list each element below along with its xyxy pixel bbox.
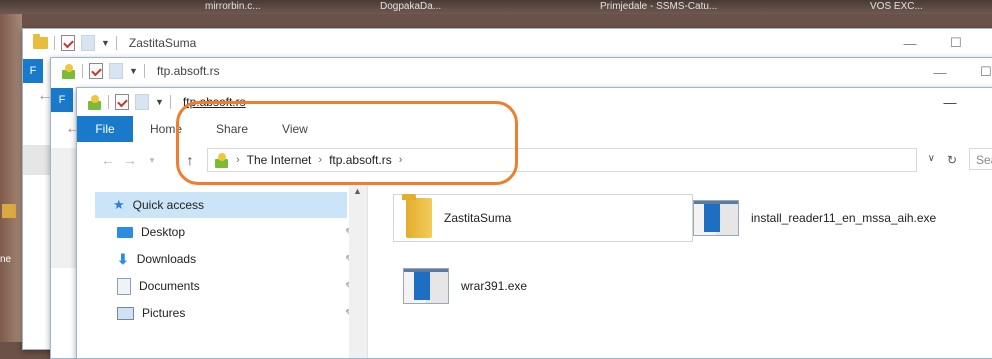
exe-icon	[403, 268, 449, 304]
nav-item-quick-access[interactable]: ★ Quick access	[113, 192, 204, 218]
window-title: ZastitaSuma	[128, 36, 197, 50]
file-list: ZastitaSuma install_reader11_en_mssa_aih…	[369, 186, 992, 358]
nav-item-label: Quick access	[132, 198, 205, 212]
scroll-up-icon[interactable]: ▲	[353, 186, 362, 196]
desktop-icon[interactable]	[2, 204, 16, 218]
folder-icon	[402, 194, 432, 238]
navigation-pane: ★ Quick access Desktop ✎ ⬇ Downloads ✎ D…	[77, 186, 368, 358]
download-icon: ⬇	[117, 250, 129, 267]
file-name: install_reader11_en_mssa_aih.exe	[751, 211, 937, 225]
minimize-button[interactable]: —	[927, 88, 973, 116]
nav-item-desktop[interactable]: Desktop	[117, 219, 185, 245]
file-name: ZastitaSuma	[444, 211, 512, 225]
tab-file[interactable]: File	[77, 116, 133, 142]
nav-item-label: Downloads	[136, 252, 197, 266]
properties-icon[interactable]	[89, 63, 103, 79]
recent-locations-icon[interactable]: ▾	[141, 155, 163, 166]
nav-item-downloads[interactable]: ⬇ Downloads	[117, 246, 196, 272]
nav-pane-scrollbar[interactable]	[349, 186, 367, 358]
new-folder-icon[interactable]	[81, 35, 95, 51]
taskbar-item[interactable]: Primjedale - SSMS-Catu...	[600, 1, 717, 12]
document-icon	[117, 277, 131, 295]
properties-icon[interactable]	[115, 94, 129, 110]
minimize-button[interactable]: —	[917, 58, 963, 86]
customize-toolbar-dropdown-icon[interactable]: ▼	[129, 66, 138, 76]
customize-toolbar-dropdown-icon[interactable]: ▼	[155, 97, 164, 107]
ftp-folder-icon	[87, 94, 102, 110]
file-tab[interactable]: F	[51, 88, 73, 112]
folder-icon	[33, 34, 48, 49]
desktop-taskbar: mirrorbin.c... DogpakaDa... Primjedale -…	[0, 0, 992, 14]
nav-item-label: Desktop	[141, 225, 186, 239]
nav-pane-stub	[51, 148, 77, 268]
file-name: wrar391.exe	[461, 279, 528, 293]
search-input[interactable]: Search	[969, 148, 992, 170]
desktop-icon	[117, 226, 133, 238]
desktop-background: ne	[0, 14, 22, 342]
taskbar-item[interactable]: DogpakaDa...	[380, 1, 441, 12]
desktop-icon-label: ne	[0, 254, 12, 265]
maximize-button[interactable]: ☐	[963, 58, 992, 86]
exe-icon	[693, 200, 739, 236]
file-item-zastitasuma[interactable]: ZastitaSuma	[393, 194, 693, 242]
pictures-icon	[117, 306, 134, 320]
maximize-button[interactable]: ☐	[933, 29, 979, 57]
file-tab[interactable]: F	[23, 59, 43, 83]
taskbar-item[interactable]: VOS EXC...	[870, 1, 923, 12]
forward-arrow-icon[interactable]: →	[119, 152, 141, 168]
customize-toolbar-dropdown-icon[interactable]: ▼	[101, 38, 110, 48]
close-button[interactable]: ✕	[979, 29, 992, 57]
back-arrow-icon[interactable]: ←	[97, 152, 119, 168]
address-dropdown-icon[interactable]: ∨	[928, 153, 935, 164]
window-title: ftp.absoft.rs	[156, 64, 220, 78]
nav-item-label: Documents	[139, 279, 200, 293]
ftp-folder-icon	[61, 63, 76, 79]
nav-item-label: Pictures	[142, 306, 186, 320]
new-folder-icon[interactable]	[109, 63, 123, 79]
file-item-wrar391[interactable]: wrar391.exe	[403, 268, 527, 304]
annotation-highlight-circle	[176, 101, 518, 185]
file-item-install-reader[interactable]: install_reader11_en_mssa_aih.exe	[693, 200, 936, 236]
refresh-icon[interactable]: ↻	[947, 153, 957, 167]
nav-item-pictures[interactable]: Pictures	[117, 300, 185, 326]
back-arrow-icon[interactable]: ←	[23, 87, 53, 105]
properties-icon[interactable]	[61, 35, 75, 51]
new-folder-icon[interactable]	[135, 94, 149, 110]
nav-pane-stub	[23, 145, 51, 175]
taskbar-item[interactable]: mirrorbin.c...	[205, 1, 261, 12]
star-icon: ★	[113, 197, 125, 212]
nav-item-documents[interactable]: Documents	[117, 273, 200, 299]
minimize-button[interactable]: —	[887, 29, 933, 57]
